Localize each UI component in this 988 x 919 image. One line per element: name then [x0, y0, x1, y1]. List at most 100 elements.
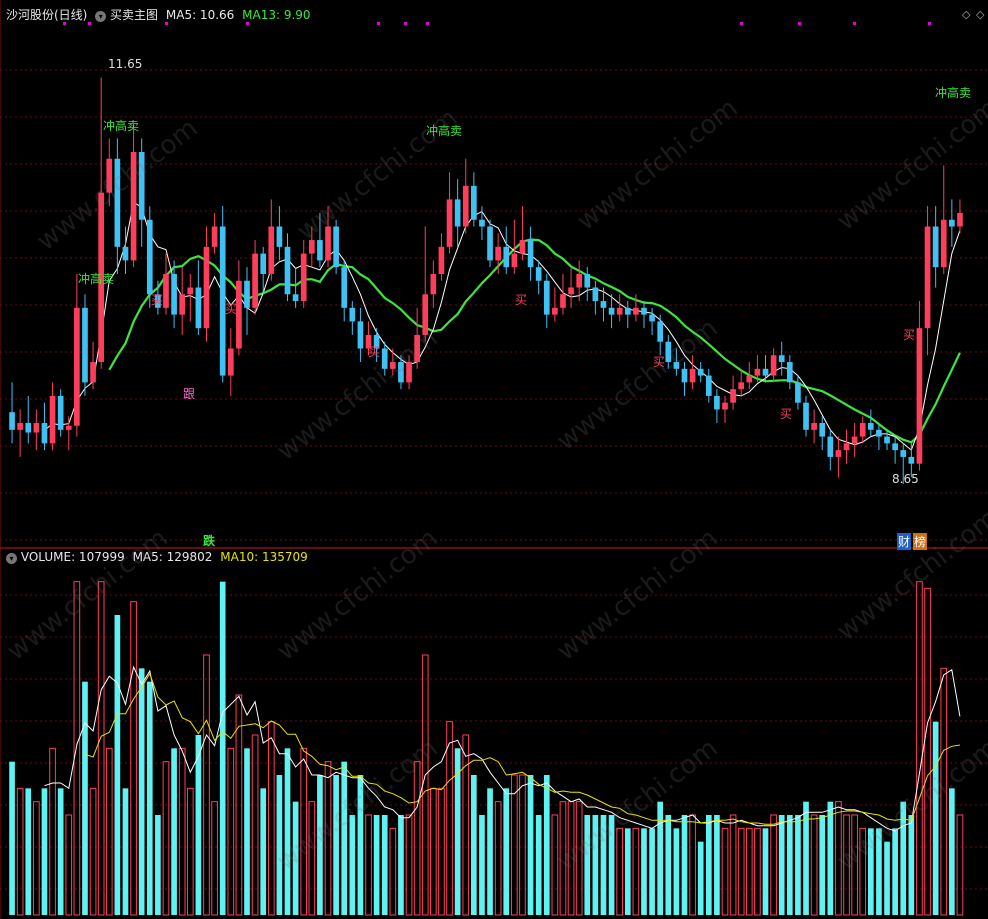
- candle-body: [65, 425, 72, 430]
- candle-body: [276, 226, 283, 247]
- buy-signal: 买: [368, 345, 381, 359]
- candle-body: [244, 280, 250, 308]
- candle-body: [705, 375, 712, 396]
- candle-body: [82, 307, 88, 383]
- candle-body: [187, 287, 194, 295]
- volume-bar: [284, 748, 291, 915]
- candle-body: [778, 355, 785, 363]
- volume-bar: [795, 815, 801, 915]
- candle-body: [633, 307, 639, 315]
- candle-body: [762, 368, 769, 376]
- event-marker[interactable]: [377, 22, 380, 25]
- candle-body: [317, 240, 323, 261]
- chart-canvas[interactable]: [0, 0, 988, 919]
- candle-body: [924, 226, 931, 329]
- volume-bar: [138, 668, 145, 915]
- candle-body: [689, 368, 696, 383]
- candle-body: [616, 307, 623, 315]
- volume-bar: [949, 788, 955, 915]
- event-marker[interactable]: [853, 22, 856, 25]
- candle-body: [876, 429, 882, 437]
- candle-body: [122, 246, 129, 261]
- candle-body: [487, 226, 493, 261]
- volume-bar: [349, 815, 356, 915]
- candle-body: [932, 226, 939, 268]
- volume-bar: [681, 815, 688, 915]
- candle-body: [795, 382, 801, 403]
- candle-body: [9, 412, 15, 430]
- candle: [82, 294, 88, 396]
- event-marker[interactable]: [928, 22, 931, 25]
- volume-bar: [219, 581, 226, 915]
- volume-bar: [649, 828, 655, 915]
- candle-body: [657, 321, 664, 342]
- candle-body: [884, 436, 890, 444]
- follow-signal: 跟: [183, 387, 196, 401]
- candle-body: [608, 307, 615, 315]
- fall-badge: 跌: [203, 534, 216, 548]
- volume-bar: [705, 815, 712, 915]
- event-marker[interactable]: [88, 22, 91, 25]
- volume-bar: [657, 801, 664, 915]
- stock-name: 沙河股份(日线): [6, 8, 88, 22]
- candle-body: [438, 246, 445, 274]
- candle-body: [649, 314, 655, 322]
- candle-body: [681, 368, 688, 383]
- candle-body: [592, 287, 599, 302]
- vol-ma10-legend: MA10: 135709: [220, 550, 308, 564]
- candle-body: [292, 294, 299, 302]
- event-marker[interactable]: [63, 22, 66, 25]
- candle-body: [341, 267, 348, 308]
- volume-bar: [244, 748, 250, 915]
- candle-body: [600, 301, 607, 308]
- candle-body: [454, 199, 461, 227]
- volume-bar: [9, 761, 15, 915]
- collapse-icon[interactable]: ▾: [95, 11, 107, 22]
- volume-bar: [786, 815, 793, 915]
- candle-body: [641, 307, 647, 315]
- event-marker[interactable]: [404, 22, 407, 25]
- event-marker[interactable]: [246, 22, 249, 25]
- candle-body: [746, 375, 753, 383]
- volume-bar: [778, 815, 785, 915]
- next-icon[interactable]: ◇: [976, 8, 984, 21]
- volume-bar: [381, 815, 388, 915]
- candle-body: [697, 368, 704, 376]
- candle-body: [146, 219, 153, 295]
- volume-bar: [341, 761, 348, 915]
- volume-bar: [535, 815, 542, 915]
- candle-body: [195, 287, 202, 329]
- event-marker[interactable]: [798, 22, 801, 25]
- candle-body: [17, 423, 23, 430]
- volume-bar: [503, 788, 510, 915]
- volume-collapse-icon[interactable]: ▾: [6, 553, 17, 564]
- candle-body: [568, 287, 574, 295]
- volume-bar: [527, 775, 534, 915]
- candle-body: [560, 294, 566, 308]
- volume-bar: [171, 748, 177, 915]
- volume-bar: [57, 788, 64, 915]
- event-marker[interactable]: [165, 22, 168, 25]
- sell-signal: 冲高卖: [935, 86, 972, 100]
- volume-bar: [827, 801, 834, 915]
- candle-body: [786, 362, 793, 383]
- candle-body: [543, 280, 550, 315]
- volume-bar: [25, 788, 32, 915]
- finance-badge[interactable]: 财: [897, 533, 912, 550]
- candle: [219, 206, 226, 383]
- candle-body: [49, 395, 56, 444]
- buy-signal: 买: [225, 302, 238, 316]
- volume-bar: [398, 815, 404, 915]
- prev-icon[interactable]: ◇: [962, 8, 970, 21]
- event-marker[interactable]: [426, 22, 429, 25]
- rank-badge[interactable]: 榜: [913, 533, 928, 550]
- candle-body: [300, 253, 307, 302]
- candle-body: [203, 246, 210, 329]
- candle-body: [179, 294, 186, 315]
- volume-bar: [543, 775, 550, 915]
- volume-bar: [665, 815, 672, 915]
- ma13-legend: MA13: 9.90: [242, 8, 311, 22]
- volume-bar: [146, 681, 153, 915]
- candle-body: [770, 355, 777, 376]
- event-marker[interactable]: [740, 22, 743, 25]
